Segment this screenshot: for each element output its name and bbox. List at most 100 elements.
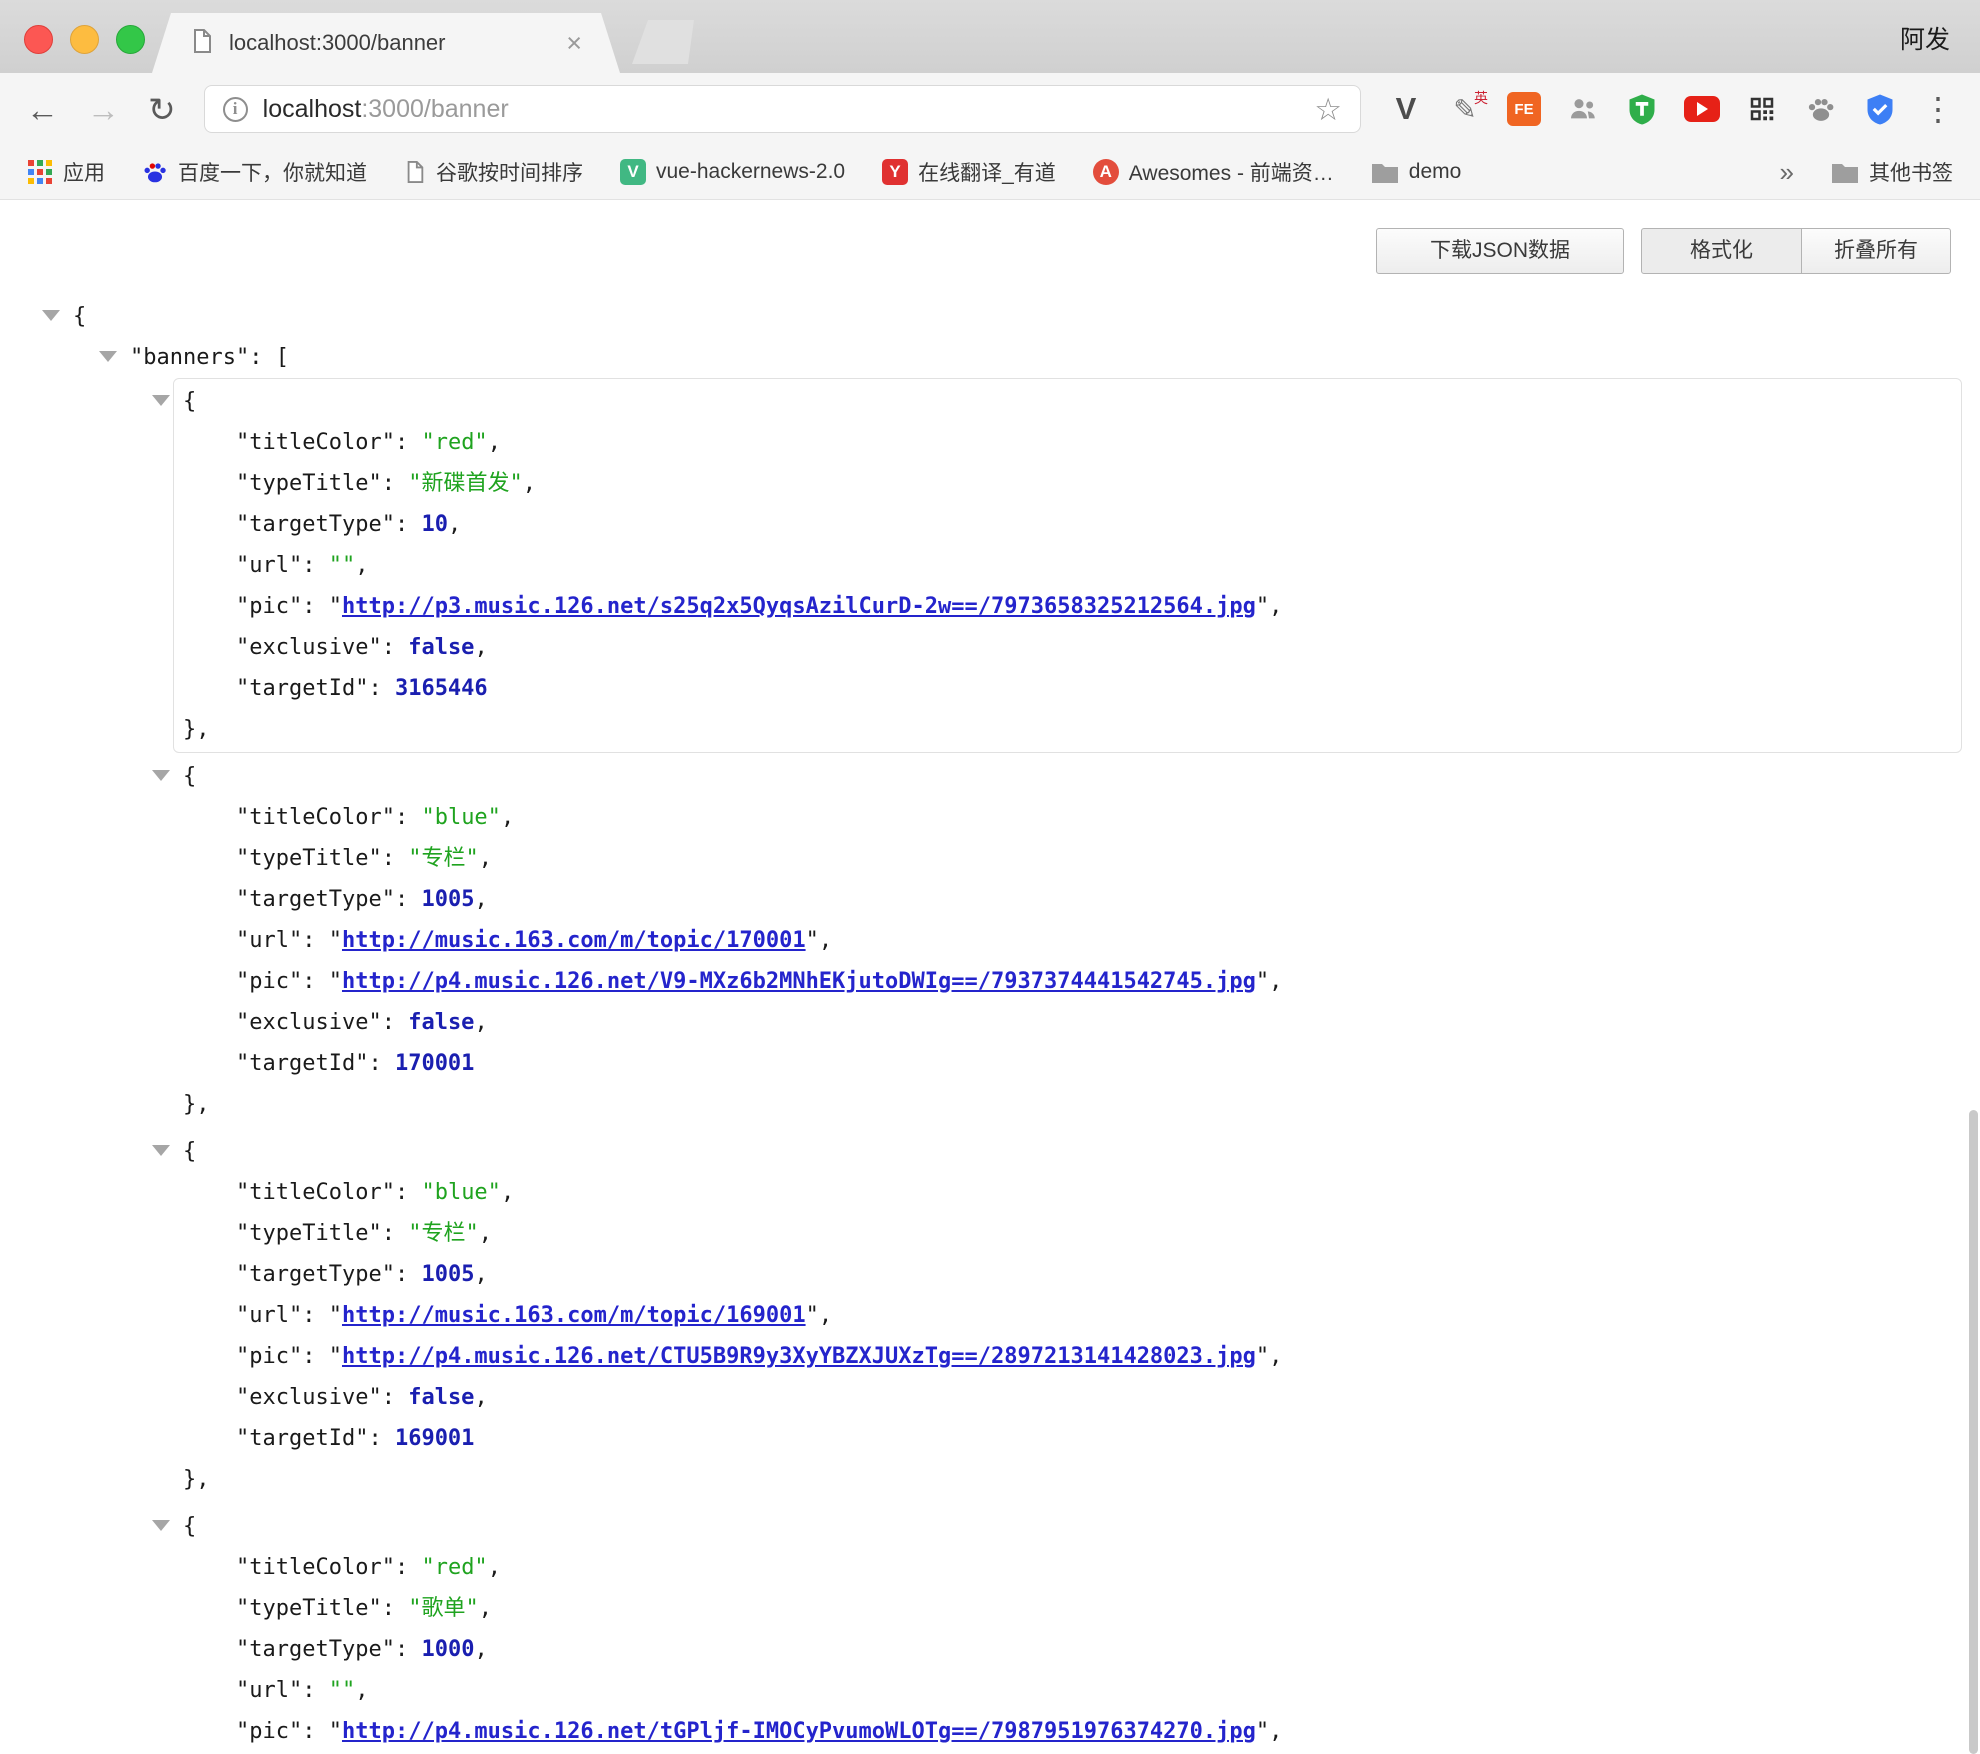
json-field: "titleColor": "blue", (236, 1172, 1961, 1213)
collapse-toggle-icon[interactable] (42, 310, 60, 321)
bookmark-label: vue-hackernews-2.0 (656, 160, 845, 184)
folder-icon (1371, 161, 1399, 184)
bookmark-label: demo (1409, 160, 1462, 184)
json-field: "pic": "http://p4.music.126.net/V9-MXz6b… (236, 961, 1961, 1002)
green-shield-extension-icon[interactable] (1625, 92, 1659, 126)
blue-shield-extension-icon[interactable] (1863, 92, 1897, 126)
page-content: 下载JSON数据 格式化 折叠所有 {"banners": [{"titleCo… (0, 200, 1980, 1754)
json-field: "titleColor": "blue", (236, 797, 1961, 838)
bookmark-baidu[interactable]: 百度一下，你就知道 (142, 157, 367, 187)
format-button[interactable]: 格式化 (1641, 228, 1802, 274)
json-field: "exclusive": false, (236, 1377, 1961, 1418)
json-link[interactable]: http://music.163.com/m/topic/170001 (342, 928, 806, 953)
json-field: "pic": "http://p4.music.126.net/CTU5B9R9… (236, 1336, 1961, 1377)
baidu-paw-icon (142, 159, 168, 185)
json-line: { (73, 296, 1980, 337)
json-field: "typeTitle": "新碟首发", (236, 463, 1961, 504)
json-field: "url": "", (236, 1670, 1961, 1711)
bookmark-youdao[interactable]: Y 在线翻译_有道 (882, 157, 1056, 187)
browser-menu-icon[interactable]: ⋮ (1922, 93, 1954, 125)
bookmark-vue-hackernews[interactable]: V vue-hackernews-2.0 (620, 159, 845, 185)
download-json-button[interactable]: 下载JSON数据 (1376, 228, 1624, 274)
json-line: { (183, 756, 1961, 797)
vimium-extension-icon[interactable]: V (1389, 92, 1423, 126)
paw-extension-icon[interactable] (1804, 92, 1838, 126)
bookmark-star-icon[interactable]: ☆ (1314, 94, 1342, 125)
json-line: { (183, 381, 1961, 422)
translate-extension-icon[interactable]: ✎英 (1448, 92, 1482, 126)
json-field: "typeTitle": "专栏", (236, 1213, 1961, 1254)
close-window-button[interactable] (24, 25, 53, 54)
apps-grid-icon (27, 159, 53, 185)
collapse-toggle-icon[interactable] (152, 770, 170, 781)
url-text: localhost:3000/banner (263, 95, 509, 124)
forward-button[interactable]: → (87, 93, 120, 126)
json-line: }, (183, 1084, 1961, 1125)
translate-badge: 英 (1474, 88, 1488, 108)
people-extension-icon[interactable] (1566, 92, 1600, 126)
json-field: "url": "", (236, 545, 1961, 586)
zoom-window-button[interactable] (116, 25, 145, 54)
profile-name[interactable]: 阿发 (1900, 20, 1950, 56)
window-controls (24, 25, 145, 54)
json-line: "banners": [ (130, 337, 1980, 378)
json-line: { (183, 1131, 1961, 1172)
bookmark-label: 谷歌按时间排序 (436, 157, 583, 187)
back-button[interactable]: ← (26, 93, 59, 126)
json-link[interactable]: http://p3.music.126.net/s25q2x5QyqsAzilC… (342, 594, 1256, 619)
collapse-toggle-icon[interactable] (152, 1520, 170, 1531)
page-favicon-icon (190, 28, 214, 59)
json-tree: {"banners": [{"titleColor": "red","typeT… (73, 296, 1980, 1754)
json-line: }, (183, 709, 1961, 750)
json-field: "typeTitle": "专栏", (236, 838, 1961, 879)
youtube-extension-icon[interactable] (1684, 96, 1720, 122)
collapse-toggle-icon[interactable] (152, 1145, 170, 1156)
minimize-window-button[interactable] (70, 25, 99, 54)
json-field: "titleColor": "red", (236, 422, 1961, 463)
bookmark-folder-demo[interactable]: demo (1371, 160, 1462, 184)
bookmark-awesomes[interactable]: A Awesomes - 前端资… (1093, 157, 1334, 187)
folder-icon (1831, 161, 1859, 184)
collapse-toggle-icon[interactable] (152, 395, 170, 406)
browser-window: localhost:3000/banner × 阿发 ← → ↻ i local… (0, 0, 1980, 1754)
fe-extension-icon[interactable]: FE (1507, 92, 1541, 126)
play-icon (1697, 102, 1708, 116)
extension-icons: V ✎英 FE ⋮ (1389, 92, 1954, 126)
browser-toolbar: ← → ↻ i localhost:3000/banner ☆ V ✎英 FE (0, 73, 1980, 145)
json-link[interactable]: http://p4.music.126.net/tGPljf-IMOCyPvum… (342, 1719, 1256, 1744)
json-field: "url": "http://music.163.com/m/topic/170… (236, 920, 1961, 961)
bookmark-label: 在线翻译_有道 (918, 157, 1056, 187)
bookmark-label: Awesomes - 前端资… (1129, 157, 1334, 187)
collapse-all-button[interactable]: 折叠所有 (1801, 228, 1951, 274)
bookmarks-overflow-chevron[interactable]: » (1780, 157, 1794, 188)
json-field: "targetId": 170001 (236, 1043, 1961, 1084)
address-bar[interactable]: i localhost:3000/banner ☆ (204, 85, 1361, 133)
tab-close-icon[interactable]: × (566, 30, 582, 57)
bookmark-folder-other[interactable]: 其他书签 (1831, 157, 1953, 187)
tab-localhost-banner[interactable]: localhost:3000/banner × (152, 13, 620, 73)
json-link[interactable]: http://p4.music.126.net/CTU5B9R9y3XyYBZX… (342, 1344, 1256, 1369)
bookmark-apps[interactable]: 应用 (27, 157, 105, 187)
json-field: "targetId": 3165446 (236, 668, 1961, 709)
bookmark-google-sort[interactable]: 谷歌按时间排序 (404, 157, 583, 187)
new-tab-button[interactable] (632, 20, 694, 64)
json-field: "targetType": 1005, (236, 879, 1961, 920)
qrcode-extension-icon[interactable] (1745, 92, 1779, 126)
json-field: "typeTitle": "歌单", (236, 1588, 1961, 1629)
json-field: "targetType": 1000, (236, 1629, 1961, 1670)
json-object: {"titleColor": "red","typeTitle": "新碟首发"… (173, 378, 1962, 753)
reload-button[interactable]: ↻ (148, 93, 176, 126)
page-icon (404, 160, 426, 184)
json-field: "targetId": 169001 (236, 1418, 1961, 1459)
json-link[interactable]: http://music.163.com/m/topic/169001 (342, 1303, 806, 1328)
site-info-icon[interactable]: i (223, 97, 248, 122)
json-field: "titleColor": "red", (236, 1547, 1961, 1588)
collapse-toggle-icon[interactable] (99, 351, 117, 362)
youdao-icon: Y (882, 159, 908, 185)
scrollbar-thumb[interactable] (1969, 1110, 1978, 1754)
json-field: "exclusive": false, (236, 1002, 1961, 1043)
json-link[interactable]: http://p4.music.126.net/V9-MXz6b2MNhEKju… (342, 969, 1256, 994)
json-field: "pic": "http://p3.music.126.net/s25q2x5Q… (236, 586, 1961, 627)
json-field: "exclusive": false, (236, 627, 1961, 668)
tab-title: localhost:3000/banner (229, 30, 446, 56)
